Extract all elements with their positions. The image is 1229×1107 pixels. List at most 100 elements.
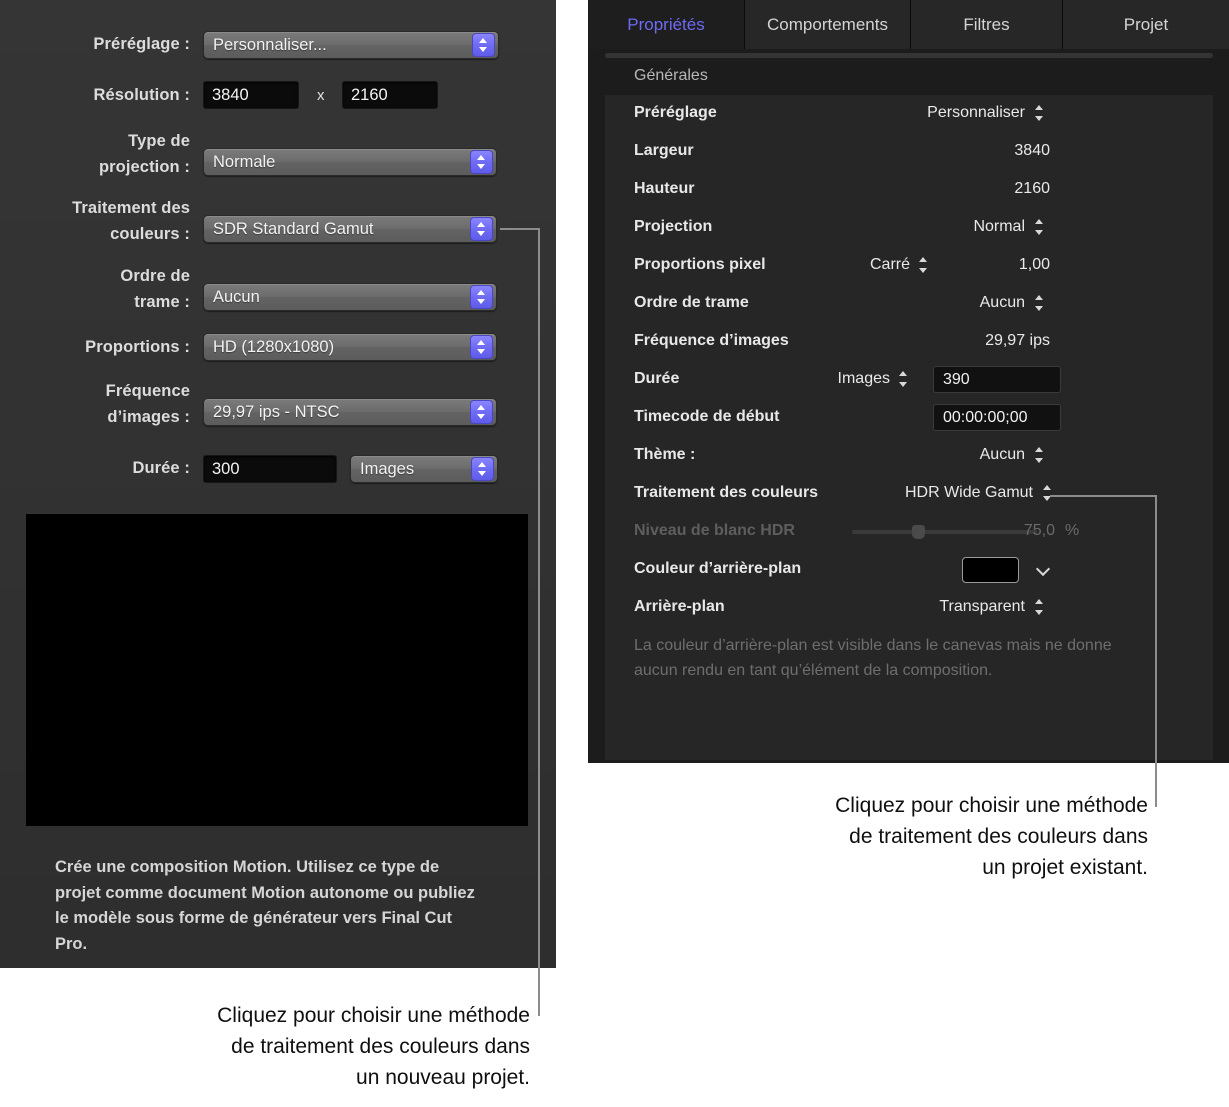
preset-popup[interactable]: Personnaliser... <box>203 31 499 59</box>
scrollbar-track[interactable] <box>605 53 1213 58</box>
chevron-updown-icon[interactable] <box>471 457 494 481</box>
framerate-popup-value: 29,97 ips - NTSC <box>204 403 470 422</box>
row-width[interactable]: Largeur 3840 <box>605 133 1213 171</box>
row-color-processing[interactable]: Traitement des couleurs HDR Wide Gamut <box>605 475 1213 513</box>
row-value: 29,97 ips <box>805 332 1050 350</box>
hdr-white-level-unit: % <box>1065 522 1089 540</box>
chevron-updown-icon[interactable] <box>470 400 493 424</box>
framerate-label-line1: Fréquence <box>0 381 190 401</box>
chevron-updown-icon[interactable] <box>1033 598 1046 616</box>
row-projection[interactable]: Projection Normal <box>605 209 1213 247</box>
row-pixel-aspect[interactable]: Proportions pixel Carré 1,00 <box>605 247 1213 285</box>
height-input[interactable]: 2160 <box>342 81 438 109</box>
tab-proprietes[interactable]: Propriétés <box>588 0 745 49</box>
duration-unit-popup[interactable]: Images <box>350 455 498 483</box>
right-callout-line-3: un projet existant. <box>680 852 1148 883</box>
tab-comportements[interactable]: Comportements <box>745 0 911 49</box>
duration-frames-value: 390 <box>934 371 970 389</box>
row-label: Couleur d’arrière-plan <box>634 560 801 578</box>
chevron-updown-icon[interactable] <box>1033 104 1046 122</box>
row-preset[interactable]: Préréglage Personnaliser <box>605 95 1213 133</box>
start-timecode-input[interactable]: 00:00:00;00 <box>933 404 1061 431</box>
row-value: Transparent <box>805 598 1025 616</box>
row-label: Niveau de blanc HDR <box>634 522 795 540</box>
row-label: Largeur <box>634 142 694 160</box>
field-order-label-line1: Ordre de <box>0 266 190 286</box>
row-hdr-white-level: Niveau de blanc HDR 75,0 % <box>605 513 1213 551</box>
chevron-updown-icon[interactable] <box>1033 218 1046 236</box>
color-processing-popup[interactable]: SDR Standard Gamut <box>203 215 497 243</box>
projection-popup[interactable]: Normale <box>203 148 497 176</box>
inspector-panel: Propriétés Comportements Filtres Projet … <box>588 0 1229 763</box>
row-background-color[interactable]: Couleur d’arrière-plan <box>605 551 1213 589</box>
width-value: 3840 <box>204 86 249 105</box>
left-callout-caption: Cliquez pour choisir une méthode de trai… <box>60 1000 530 1093</box>
project-type-description: Crée une composition Motion. Utilisez ce… <box>55 855 475 957</box>
left-callout-line-3: un nouveau projet. <box>60 1062 530 1093</box>
row-value: Personnaliser <box>805 104 1025 122</box>
row-value: 75,0 <box>945 522 1055 540</box>
right-callout-line-1: Cliquez pour choisir une méthode <box>680 790 1148 821</box>
chevron-updown-icon[interactable] <box>897 370 910 388</box>
color-processing-label-line1: Traitement des <box>0 198 190 218</box>
slider-knob[interactable] <box>912 525 925 539</box>
field-order-label-line2: trame : <box>0 292 190 312</box>
chevron-down-icon[interactable] <box>1038 564 1052 574</box>
right-callout-leader-horizontal <box>1050 495 1157 497</box>
row-value: Aucun <box>805 446 1025 464</box>
duration-input[interactable]: 300 <box>203 455 337 483</box>
left-callout-leader-horizontal <box>500 228 540 230</box>
chevron-updown-icon[interactable] <box>1033 446 1046 464</box>
width-input[interactable]: 3840 <box>203 81 299 109</box>
row-value: Normal <box>805 218 1025 236</box>
left-callout-leader-vertical <box>538 228 540 1016</box>
new-project-dialog-panel: Préréglage : Personnaliser... Résolution… <box>0 0 556 968</box>
row-height[interactable]: Hauteur 2160 <box>605 171 1213 209</box>
chevron-updown-icon[interactable] <box>470 335 493 359</box>
left-callout-line-1: Cliquez pour choisir une méthode <box>60 1000 530 1031</box>
right-callout-line-2: de traitement des couleurs dans <box>680 821 1148 852</box>
background-color-note: La couleur d’arrière-plan est visible da… <box>634 633 1146 683</box>
chevron-updown-icon[interactable] <box>470 217 493 241</box>
duration-value: 300 <box>204 460 240 479</box>
row-label: Thème : <box>634 446 695 464</box>
resolution-separator: x <box>317 87 325 104</box>
duration-frames-input[interactable]: 390 <box>933 366 1061 393</box>
tab-filtres[interactable]: Filtres <box>911 0 1063 49</box>
right-callout-leader-vertical <box>1155 495 1157 807</box>
row-framerate[interactable]: Fréquence d’images 29,97 ips <box>605 323 1213 361</box>
projection-popup-value: Normale <box>204 153 470 172</box>
row-label: Traitement des couleurs <box>634 484 818 502</box>
color-processing-popup-value: SDR Standard Gamut <box>204 220 470 239</box>
background-color-swatch[interactable] <box>962 557 1019 583</box>
row-label: Arrière-plan <box>634 598 725 616</box>
chevron-updown-icon[interactable] <box>470 150 493 174</box>
preset-popup-value: Personnaliser... <box>204 36 472 55</box>
aspect-popup-value: HD (1280x1080) <box>204 338 470 357</box>
field-order-popup[interactable]: Aucun <box>203 283 497 311</box>
row-value: Aucun <box>805 294 1025 312</box>
tab-projet[interactable]: Projet <box>1063 0 1229 49</box>
row-duration[interactable]: Durée Images 390 <box>605 361 1213 399</box>
row-value-unit: Images <box>755 370 890 388</box>
inspector-tabbar: Propriétés Comportements Filtres Projet <box>588 0 1229 49</box>
chevron-updown-icon[interactable] <box>470 285 493 309</box>
row-label: Fréquence d’images <box>634 332 789 350</box>
chevron-updown-icon[interactable] <box>1033 294 1046 312</box>
chevron-updown-icon[interactable] <box>1041 484 1054 502</box>
row-field-order[interactable]: Ordre de trame Aucun <box>605 285 1213 323</box>
row-value: 3840 <box>805 142 1050 160</box>
row-theme[interactable]: Thème : Aucun <box>605 437 1213 475</box>
chevron-updown-icon[interactable] <box>917 256 930 274</box>
projection-label-line1: Type de <box>0 131 190 151</box>
row-label: Timecode de début <box>634 408 780 426</box>
left-callout-line-2: de traitement des couleurs dans <box>60 1031 530 1062</box>
chevron-updown-icon[interactable] <box>472 33 495 57</box>
row-label: Préréglage <box>634 104 717 122</box>
preset-label: Préréglage : <box>0 34 190 54</box>
aspect-popup[interactable]: HD (1280x1080) <box>203 333 497 361</box>
row-start-timecode[interactable]: Timecode de début 00:00:00;00 <box>605 399 1213 437</box>
row-background-mode[interactable]: Arrière-plan Transparent <box>605 589 1213 627</box>
row-label: Ordre de trame <box>634 294 749 312</box>
framerate-popup[interactable]: 29,97 ips - NTSC <box>203 398 497 426</box>
